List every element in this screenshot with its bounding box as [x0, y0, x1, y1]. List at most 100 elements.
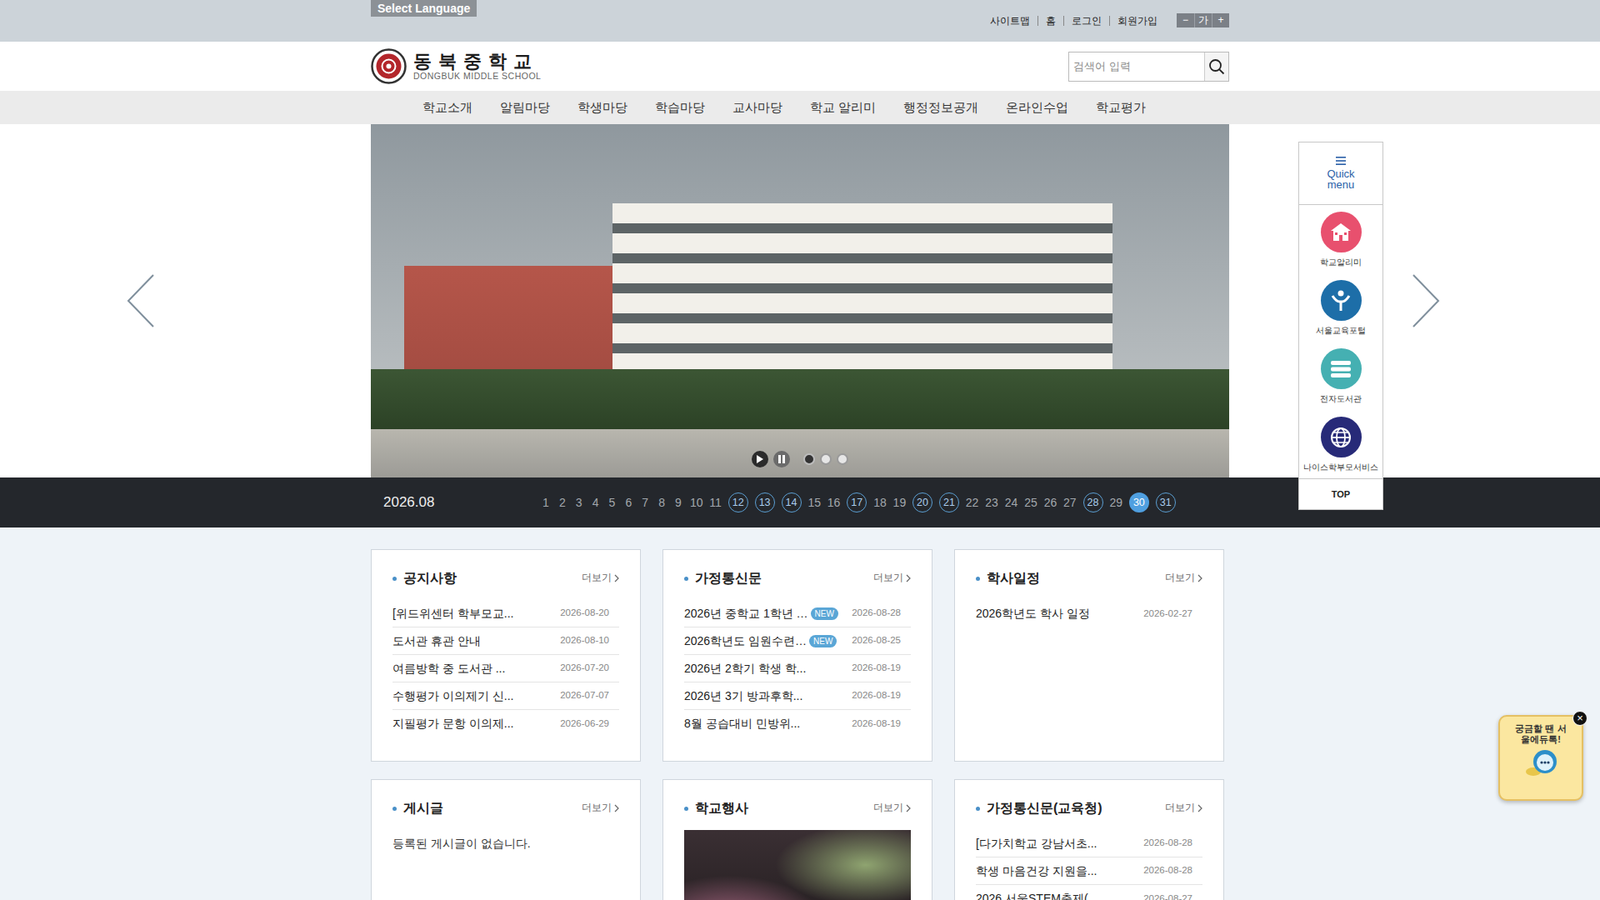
- calendar-day[interactable]: 18: [873, 492, 887, 513]
- nav-item[interactable]: 교사마당: [732, 98, 783, 118]
- slide-dot[interactable]: [836, 453, 849, 465]
- prev-slide-button[interactable]: [125, 273, 156, 329]
- quick-link[interactable]: 서울교육포털: [1299, 273, 1383, 342]
- post-title[interactable]: [위드위센터 학부모교...: [392, 605, 514, 623]
- calendar-day[interactable]: 3: [574, 492, 585, 513]
- calendar-day[interactable]: 4: [590, 492, 601, 513]
- calendar-day[interactable]: 10: [690, 492, 704, 513]
- nav-item[interactable]: 학습마당: [655, 98, 705, 118]
- calendar-day[interactable]: 13: [755, 492, 775, 513]
- chatbot-widget[interactable]: 궁금할 땐 서울에듀톡!×: [1498, 715, 1584, 801]
- slide-dot[interactable]: [803, 453, 815, 465]
- calendar-day[interactable]: 19: [893, 492, 907, 513]
- nav-item[interactable]: 온라인수업: [1005, 98, 1069, 118]
- calendar-day[interactable]: 16: [827, 492, 841, 513]
- nav-item[interactable]: 학교평가: [1095, 98, 1146, 118]
- calendar-day[interactable]: 1: [540, 492, 551, 513]
- post-title[interactable]: 8월 공습대비 민방위...: [684, 715, 800, 733]
- calendar-day[interactable]: 24: [1005, 492, 1019, 513]
- calendar-day[interactable]: 8: [656, 492, 667, 513]
- calendar-day[interactable]: 2: [557, 492, 568, 513]
- more-link[interactable]: 더보기: [873, 570, 911, 585]
- post-title[interactable]: 수행평가 이의제기 신...: [392, 687, 514, 705]
- calendar-day[interactable]: 29: [1109, 492, 1123, 513]
- language-button[interactable]: Select Language: [370, 0, 477, 17]
- more-link[interactable]: 더보기: [873, 800, 911, 815]
- quick-link[interactable]: 학교알리미: [1299, 205, 1383, 274]
- nav-item[interactable]: 행정정보공개: [903, 98, 979, 118]
- post-title[interactable]: 2026 서울STEM축제(: [975, 890, 1089, 900]
- nav-item[interactable]: 학교소개: [422, 98, 473, 118]
- calendar-day[interactable]: 14: [781, 492, 802, 513]
- post-title[interactable]: 지필평가 문항 이의제...: [392, 715, 514, 733]
- quick-link[interactable]: 나이스학부모서비스: [1299, 410, 1383, 479]
- post-title[interactable]: 2026학년도 학사 일정: [975, 605, 1090, 623]
- calendar-day[interactable]: 22: [965, 492, 980, 513]
- calendar-day[interactable]: 30: [1129, 492, 1150, 513]
- post-title[interactable]: 2026학년도 임원수련…: [684, 632, 807, 650]
- chevron-right-icon: [1197, 574, 1203, 583]
- more-link[interactable]: 더보기: [581, 570, 620, 585]
- slide-dot[interactable]: [820, 453, 832, 465]
- books-icon: [1329, 359, 1353, 380]
- top-link[interactable]: 로그인: [1063, 15, 1110, 26]
- search-box: [1068, 51, 1230, 82]
- calendar-day[interactable]: 5: [607, 492, 618, 513]
- font-size-button[interactable]: +: [1211, 13, 1230, 28]
- more-link[interactable]: 더보기: [1165, 570, 1203, 585]
- post-row: [위드위센터 학부모교...2026-08-20: [392, 600, 620, 628]
- pause-button[interactable]: [773, 450, 790, 468]
- calendar-day[interactable]: 11: [709, 492, 722, 513]
- calendar-day[interactable]: 6: [623, 492, 634, 513]
- search-input[interactable]: [1069, 52, 1205, 81]
- empty-message: 등록된 게시글이 없습니다.: [392, 830, 620, 858]
- nav-item[interactable]: 학생마당: [577, 98, 628, 118]
- calendar-day[interactable]: 21: [939, 492, 960, 513]
- top-button[interactable]: TOP: [1299, 478, 1383, 510]
- top-link[interactable]: 사이트맵: [982, 15, 1038, 26]
- post-title[interactable]: 2026년 2학기 학생 학...: [684, 660, 806, 678]
- panel-header: 공지사항더보기: [392, 568, 620, 589]
- post-title[interactable]: 2026년 중학교 1학년 …: [684, 605, 809, 623]
- calendar-day[interactable]: 23: [985, 492, 999, 513]
- post-title[interactable]: [다가치학교 강남서초...: [975, 835, 1097, 853]
- panel-header: 학사일정더보기: [975, 568, 1203, 589]
- calendar-day[interactable]: 7: [640, 492, 650, 513]
- calendar-day[interactable]: 9: [673, 492, 684, 513]
- font-size-button[interactable]: −: [1176, 13, 1195, 28]
- school-logo[interactable]: 동 북 중 학 교DONGBUK MIDDLE SCHOOL: [370, 48, 541, 85]
- post-title[interactable]: 도서관 휴관 안내: [392, 632, 481, 650]
- panel-header: 게시글더보기: [392, 798, 620, 819]
- quick-link[interactable]: 전자도서관: [1299, 341, 1383, 410]
- calendar-day[interactable]: 28: [1083, 492, 1104, 513]
- calendar-day[interactable]: 27: [1063, 492, 1077, 513]
- play-button[interactable]: [751, 450, 769, 468]
- more-link[interactable]: 더보기: [581, 800, 620, 815]
- font-size-button[interactable]: 가: [1194, 13, 1212, 28]
- top-link[interactable]: 홈: [1037, 15, 1064, 26]
- calendar-day[interactable]: 31: [1155, 492, 1176, 513]
- calendar-day[interactable]: 15: [807, 492, 821, 513]
- board-panel: 가정통신문(교육청)더보기[다가치학교 강남서초...2026-08-28학생 …: [954, 779, 1225, 900]
- search-button[interactable]: [1204, 52, 1229, 81]
- calendar-day[interactable]: 25: [1024, 492, 1038, 513]
- post-title[interactable]: 학생 마음건강 지원을...: [975, 862, 1097, 880]
- next-slide-button[interactable]: [1410, 273, 1441, 329]
- board-panel: 공지사항더보기 [위드위센터 학부모교...2026-08-20 도서관 휴관 안내…: [370, 549, 641, 762]
- post-row: 8월 공습대비 민방위...2026-08-19: [684, 710, 911, 738]
- calendar-day[interactable]: 26: [1044, 492, 1058, 513]
- post-title[interactable]: 여름방학 중 도서관 ...: [392, 660, 505, 678]
- calendar-day[interactable]: 20: [912, 492, 933, 513]
- top-link[interactable]: 회원가입: [1109, 15, 1165, 26]
- calendar-day[interactable]: 12: [728, 492, 749, 513]
- post-date: 2026-08-28: [1143, 835, 1203, 850]
- post-title[interactable]: 2026년 3기 방과후학...: [684, 687, 803, 705]
- nav-item[interactable]: 알림마당: [500, 98, 550, 118]
- close-button[interactable]: ×: [1572, 710, 1588, 726]
- calendar-day[interactable]: 17: [846, 492, 867, 513]
- nav-item[interactable]: 학교 알리미: [810, 98, 876, 118]
- school-icon: [1330, 222, 1352, 243]
- more-link[interactable]: 더보기: [1165, 800, 1203, 815]
- event-photo[interactable]: [684, 830, 911, 900]
- calendar-month: 2026.08: [370, 491, 435, 514]
